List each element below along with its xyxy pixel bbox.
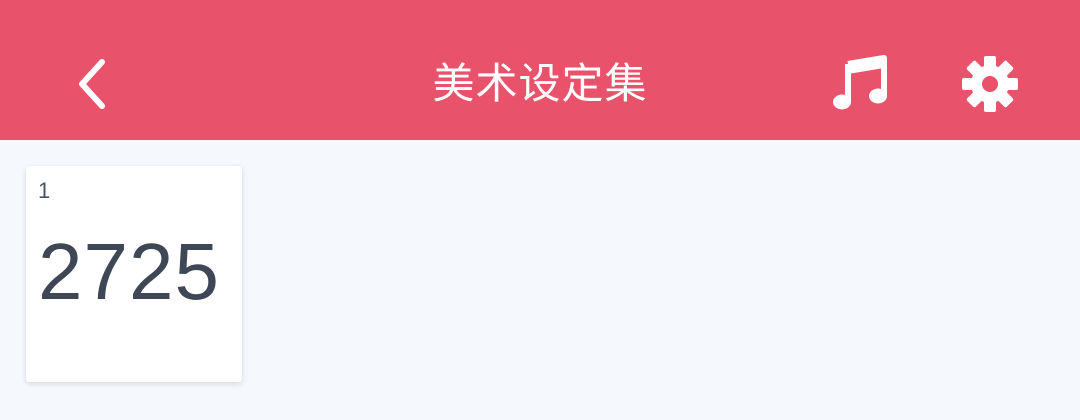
- gear-icon: [962, 56, 1018, 112]
- settings-button[interactable]: [950, 44, 1030, 124]
- card-index: 1: [38, 178, 51, 203]
- content-area: 1 2725: [0, 140, 1080, 420]
- chevron-left-icon: [79, 59, 105, 109]
- music-button[interactable]: [822, 44, 898, 124]
- page-title: 美术设定集: [432, 59, 648, 108]
- back-button[interactable]: [56, 44, 128, 124]
- set-card[interactable]: 1 2725: [26, 166, 242, 382]
- app-bar: 美术设定集: [0, 0, 1080, 140]
- music-note-icon: [833, 55, 887, 110]
- card-value: 2725: [38, 227, 220, 316]
